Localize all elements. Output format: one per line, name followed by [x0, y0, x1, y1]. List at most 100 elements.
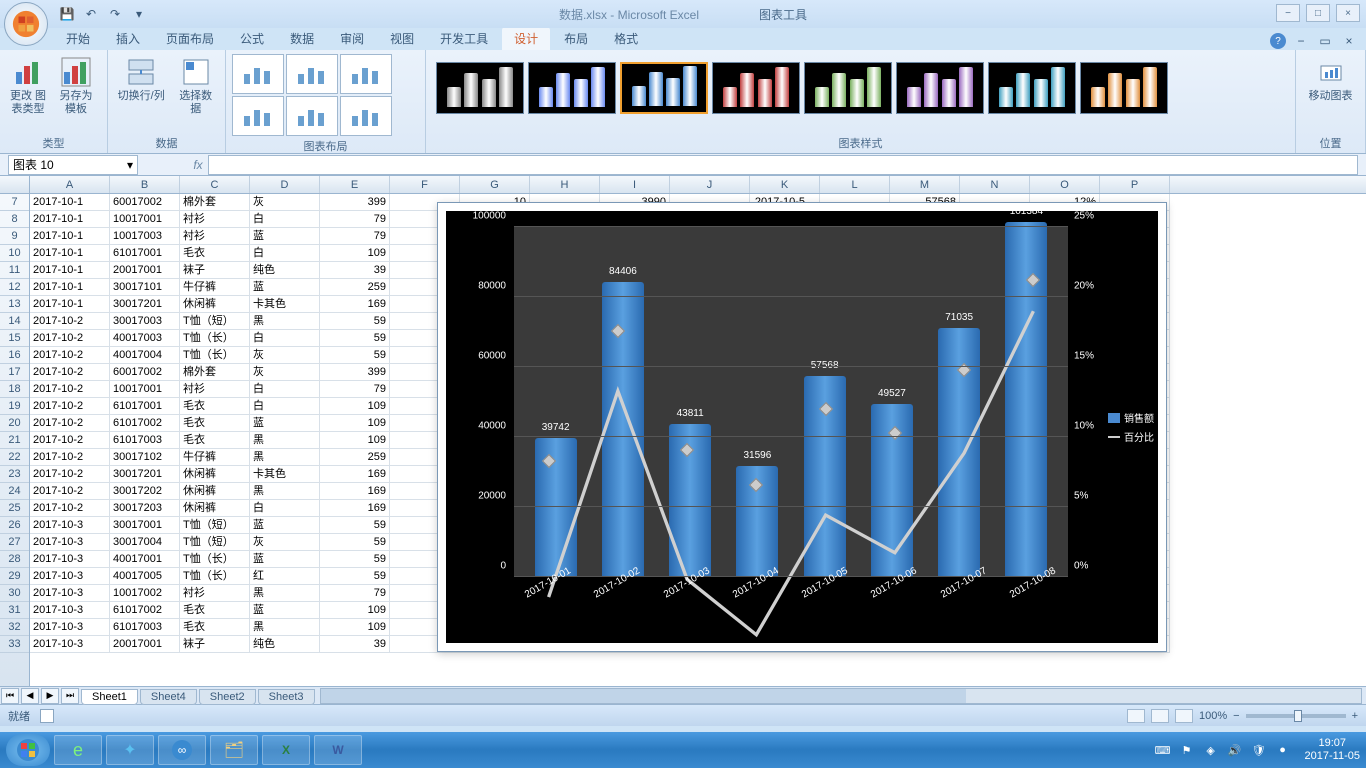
taskbar-word[interactable]: W — [314, 735, 362, 765]
cell-E31[interactable]: 109 — [320, 602, 390, 619]
tray-shield-icon[interactable]: 🛡 — [1251, 742, 1267, 758]
cell-A32[interactable]: 2017-10-3 — [30, 619, 110, 636]
horizontal-scrollbar[interactable] — [320, 688, 1363, 704]
taskbar-explorer[interactable]: 🗂 — [210, 735, 258, 765]
chart-layout-gallery[interactable] — [232, 54, 412, 136]
cell-D13[interactable]: 卡其色 — [250, 296, 320, 313]
col-header-H[interactable]: H — [530, 176, 600, 193]
cell-D16[interactable]: 灰 — [250, 347, 320, 364]
ribbon-tab-8[interactable]: 设计 — [502, 27, 550, 50]
cell-E9[interactable]: 79 — [320, 228, 390, 245]
cell-C9[interactable]: 衬衫 — [180, 228, 250, 245]
tray-sound-icon[interactable]: 🔊 — [1227, 742, 1243, 758]
cell-E25[interactable]: 169 — [320, 500, 390, 517]
row-header-29[interactable]: 29 — [0, 568, 29, 585]
cell-C29[interactable]: T恤（长） — [180, 568, 250, 585]
layout-thumb-2[interactable] — [340, 54, 392, 94]
layout-thumb-0[interactable] — [232, 54, 284, 94]
cell-C31[interactable]: 毛衣 — [180, 602, 250, 619]
style-thumb-7[interactable] — [1080, 62, 1168, 114]
row-header-25[interactable]: 25 — [0, 500, 29, 517]
style-thumb-4[interactable] — [804, 62, 892, 114]
cell-B18[interactable]: 10017001 — [110, 381, 180, 398]
chevron-down-icon[interactable]: ▾ — [127, 158, 133, 172]
doc-min-icon[interactable]: − — [1292, 32, 1310, 50]
col-header-B[interactable]: B — [110, 176, 180, 193]
page-layout-view-button[interactable] — [1151, 709, 1169, 723]
ribbon-tab-3[interactable]: 公式 — [228, 27, 276, 50]
cell-E24[interactable]: 169 — [320, 483, 390, 500]
cell-A11[interactable]: 2017-10-1 — [30, 262, 110, 279]
cell-C12[interactable]: 牛仔裤 — [180, 279, 250, 296]
cell-D29[interactable]: 红 — [250, 568, 320, 585]
cell-E26[interactable]: 59 — [320, 517, 390, 534]
row-header-30[interactable]: 30 — [0, 585, 29, 602]
cell-D14[interactable]: 黑 — [250, 313, 320, 330]
cell-E16[interactable]: 59 — [320, 347, 390, 364]
formula-input[interactable] — [208, 155, 1358, 175]
row-header-9[interactable]: 9 — [0, 228, 29, 245]
office-button[interactable] — [4, 2, 48, 46]
cell-B22[interactable]: 30017102 — [110, 449, 180, 466]
col-header-E[interactable]: E — [320, 176, 390, 193]
cell-D23[interactable]: 卡其色 — [250, 466, 320, 483]
row-header-20[interactable]: 20 — [0, 415, 29, 432]
cell-D31[interactable]: 蓝 — [250, 602, 320, 619]
cell-C15[interactable]: T恤（长） — [180, 330, 250, 347]
col-header-D[interactable]: D — [250, 176, 320, 193]
sheet-tab-Sheet3[interactable]: Sheet3 — [258, 689, 315, 705]
cell-C27[interactable]: T恤（短） — [180, 534, 250, 551]
undo-icon[interactable]: ↶ — [82, 5, 100, 23]
cell-B20[interactable]: 61017002 — [110, 415, 180, 432]
cell-E20[interactable]: 109 — [320, 415, 390, 432]
cell-E13[interactable]: 169 — [320, 296, 390, 313]
sheet-tab-Sheet4[interactable]: Sheet4 — [140, 689, 197, 705]
cell-E23[interactable]: 169 — [320, 466, 390, 483]
tray-keyboard-icon[interactable]: ⌨ — [1155, 742, 1171, 758]
tab-nav-prev[interactable]: ◀ — [21, 688, 39, 704]
cell-B28[interactable]: 40017001 — [110, 551, 180, 568]
cell-E19[interactable]: 109 — [320, 398, 390, 415]
save-icon[interactable]: 💾 — [58, 5, 76, 23]
cell-A29[interactable]: 2017-10-3 — [30, 568, 110, 585]
cell-E12[interactable]: 259 — [320, 279, 390, 296]
cell-A21[interactable]: 2017-10-2 — [30, 432, 110, 449]
cell-C8[interactable]: 衬衫 — [180, 211, 250, 228]
cell-D22[interactable]: 黑 — [250, 449, 320, 466]
row-header-27[interactable]: 27 — [0, 534, 29, 551]
cell-B21[interactable]: 61017003 — [110, 432, 180, 449]
ribbon-tab-6[interactable]: 视图 — [378, 27, 426, 50]
cell-B9[interactable]: 10017003 — [110, 228, 180, 245]
cell-E18[interactable]: 79 — [320, 381, 390, 398]
fx-icon[interactable]: fx — [188, 158, 208, 172]
cell-D25[interactable]: 白 — [250, 500, 320, 517]
sheet-tab-Sheet2[interactable]: Sheet2 — [199, 689, 256, 705]
cell-D21[interactable]: 黑 — [250, 432, 320, 449]
style-thumb-5[interactable] — [896, 62, 984, 114]
cell-E22[interactable]: 259 — [320, 449, 390, 466]
col-header-N[interactable]: N — [960, 176, 1030, 193]
cell-D32[interactable]: 黑 — [250, 619, 320, 636]
layout-thumb-5[interactable] — [340, 96, 392, 136]
tab-nav-last[interactable]: ⏭ — [61, 688, 79, 704]
cell-C10[interactable]: 毛衣 — [180, 245, 250, 262]
cell-B29[interactable]: 40017005 — [110, 568, 180, 585]
row-header-31[interactable]: 31 — [0, 602, 29, 619]
select-data-button[interactable]: 选择数据 — [172, 54, 219, 118]
row-header-19[interactable]: 19 — [0, 398, 29, 415]
style-thumb-3[interactable] — [712, 62, 800, 114]
cell-A9[interactable]: 2017-10-1 — [30, 228, 110, 245]
cell-A23[interactable]: 2017-10-2 — [30, 466, 110, 483]
row-header-32[interactable]: 32 — [0, 619, 29, 636]
cell-B14[interactable]: 30017003 — [110, 313, 180, 330]
normal-view-button[interactable] — [1127, 709, 1145, 723]
row-header-8[interactable]: 8 — [0, 211, 29, 228]
cell-D11[interactable]: 纯色 — [250, 262, 320, 279]
taskbar-ie[interactable]: e — [54, 735, 102, 765]
cell-D20[interactable]: 蓝 — [250, 415, 320, 432]
minimize-button[interactable]: − — [1276, 4, 1300, 22]
cell-A15[interactable]: 2017-10-2 — [30, 330, 110, 347]
col-header-P[interactable]: P — [1100, 176, 1170, 193]
cell-A30[interactable]: 2017-10-3 — [30, 585, 110, 602]
style-thumb-1[interactable] — [528, 62, 616, 114]
